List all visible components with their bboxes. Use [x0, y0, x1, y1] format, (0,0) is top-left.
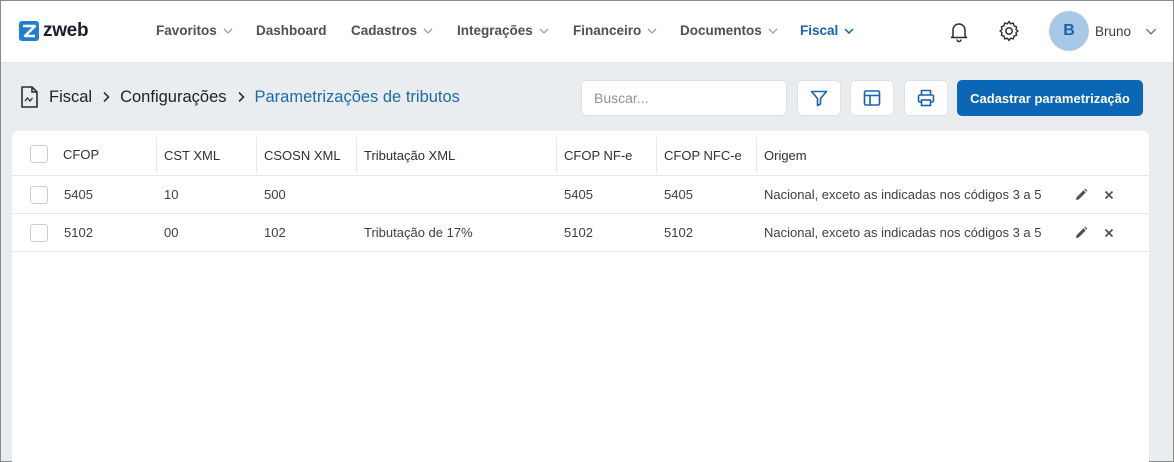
bell-icon[interactable] — [947, 19, 971, 43]
chevron-down-icon — [768, 28, 778, 34]
cell-cfop-nfe: 5405 — [564, 187, 593, 202]
cell-cst-xml: 00 — [164, 225, 179, 240]
chevron-down-icon — [539, 28, 549, 34]
nav-label: Integrações — [457, 23, 533, 38]
col-header-csosn-xml[interactable]: CSOSN XML — [256, 137, 341, 173]
breadcrumb: Fiscal Configurações Parametrizações de … — [19, 85, 460, 109]
nav-label: Dashboard — [256, 23, 327, 38]
parametrizacoes-table: CFOP CST XML CSOSN XML Tributação XML CF… — [12, 131, 1149, 462]
printer-icon — [917, 89, 935, 107]
top-navbar: zweb Favoritos Dashboard Cadastros Integ… — [1, 1, 1173, 63]
nav-dashboard[interactable]: Dashboard — [256, 23, 327, 38]
table-row[interactable]: 5102 00 102 Tributação de 17% 5102 5102 … — [12, 214, 1149, 252]
user-name: Bruno — [1095, 23, 1132, 39]
row-checkbox[interactable] — [30, 186, 48, 204]
chevron-right-icon — [237, 91, 245, 103]
row-checkbox[interactable] — [30, 224, 48, 242]
chevron-down-icon — [223, 28, 233, 34]
filter-icon — [810, 90, 828, 107]
close-icon — [1104, 228, 1114, 238]
chevron-right-icon — [103, 91, 110, 103]
print-button[interactable] — [904, 80, 948, 116]
gear-icon[interactable] — [997, 19, 1021, 43]
cell-cfop: 5102 — [64, 225, 93, 240]
nav-documentos[interactable]: Documentos — [680, 23, 778, 38]
breadcrumb-current: Parametrizações de tributos — [254, 87, 460, 106]
add-parametrizacao-button[interactable]: Cadastrar parametrização — [957, 80, 1143, 116]
cell-origem: Nacional, exceto as indicadas nos código… — [764, 225, 1042, 240]
col-header-cfop[interactable]: CFOP — [63, 133, 99, 175]
brand-logo[interactable]: zweb — [19, 20, 89, 42]
filter-button[interactable] — [797, 80, 841, 116]
nav-integracoes[interactable]: Integrações — [457, 23, 549, 38]
nav-fiscal[interactable]: Fiscal — [800, 23, 854, 38]
zweb-logo-icon — [19, 21, 39, 41]
close-icon — [1104, 190, 1114, 200]
breadcrumb-configuracoes[interactable]: Configurações — [120, 88, 226, 107]
user-menu[interactable]: B Bruno — [1049, 11, 1157, 51]
cell-cfop-nfce: 5405 — [664, 187, 693, 202]
cell-csosn-xml: 500 — [264, 187, 286, 202]
edit-button[interactable] — [1073, 225, 1089, 241]
brand-name: zweb — [43, 20, 89, 41]
cell-csosn-xml: 102 — [264, 225, 286, 240]
chevron-down-icon — [844, 27, 854, 34]
nav-label: Favoritos — [156, 23, 217, 38]
cell-cfop-nfce: 5102 — [664, 225, 693, 240]
col-header-tributacao-xml[interactable]: Tributação XML — [356, 137, 455, 173]
col-header-origem[interactable]: Origem — [756, 137, 807, 173]
pencil-icon — [1076, 188, 1088, 200]
nav-financeiro[interactable]: Financeiro — [573, 23, 657, 38]
chevron-down-icon — [423, 28, 433, 34]
pencil-icon — [1076, 226, 1088, 238]
table-header: CFOP CST XML CSOSN XML Tributação XML CF… — [12, 133, 1149, 176]
delete-button[interactable] — [1101, 225, 1117, 241]
nav-favoritos[interactable]: Favoritos — [156, 23, 233, 38]
table-row[interactable]: 5405 10 500 5405 5405 Nacional, exceto a… — [12, 176, 1149, 214]
columns-layout-icon — [863, 90, 881, 106]
edit-button[interactable] — [1073, 187, 1089, 203]
search-input[interactable] — [581, 80, 787, 116]
delete-button[interactable] — [1101, 187, 1117, 203]
cell-origem: Nacional, exceto as indicadas nos código… — [764, 187, 1042, 202]
breadcrumb-fiscal[interactable]: Fiscal — [49, 88, 92, 107]
columns-layout-button[interactable] — [850, 80, 894, 116]
document-icon — [21, 86, 38, 108]
cell-cst-xml: 10 — [164, 187, 179, 202]
avatar: B — [1049, 11, 1089, 51]
select-all-checkbox[interactable] — [30, 145, 48, 163]
col-header-cfop-nfe[interactable]: CFOP NF-e — [556, 137, 632, 173]
cell-cfop: 5405 — [64, 187, 93, 202]
chevron-down-icon — [647, 28, 657, 34]
col-header-cst-xml[interactable]: CST XML — [156, 137, 220, 173]
nav-label: Cadastros — [351, 23, 418, 38]
cell-tributacao-xml: Tributação de 17% — [364, 225, 473, 240]
nav-label: Fiscal — [800, 23, 839, 38]
col-header-cfop-nfce[interactable]: CFOP NFC-e — [656, 137, 742, 173]
nav-label: Documentos — [680, 23, 762, 38]
nav-cadastros[interactable]: Cadastros — [351, 23, 433, 38]
chevron-down-icon — [1145, 28, 1157, 35]
nav-label: Financeiro — [573, 23, 642, 38]
cell-cfop-nfe: 5102 — [564, 225, 593, 240]
